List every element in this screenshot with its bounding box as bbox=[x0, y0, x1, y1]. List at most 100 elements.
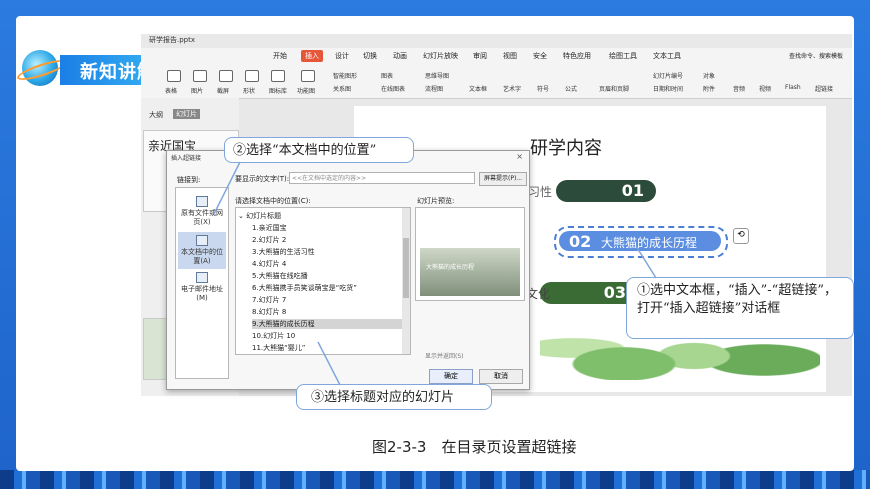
ribbon-flowchart[interactable]: 流程图 bbox=[425, 84, 443, 93]
ribbon-flash[interactable]: Flash bbox=[785, 84, 801, 91]
ribbon-attachment[interactable]: 附件 bbox=[703, 84, 715, 93]
menu-drawing-tools[interactable]: 绘图工具 bbox=[609, 51, 637, 61]
toc-item-01[interactable]: 习性 01 bbox=[528, 180, 656, 202]
figure-caption: 图2-3-3 在目录页设置超链接 bbox=[372, 438, 577, 456]
preview-label: 幻灯片预览: bbox=[417, 197, 455, 205]
toc-item-label: 习性 bbox=[528, 185, 553, 199]
tree-item[interactable]: 1.亲近国宝 bbox=[252, 223, 287, 233]
preview-caption: 大熊猫的成长历程 bbox=[426, 264, 475, 271]
shape-icon bbox=[245, 70, 259, 82]
menu-design[interactable]: 设计 bbox=[335, 51, 349, 61]
callout-step3: ③选择标题对应的幻灯片 bbox=[296, 384, 492, 410]
ribbon-video[interactable]: 视频 bbox=[759, 84, 771, 93]
tree-item[interactable]: 10.幻灯片 10 bbox=[252, 331, 295, 341]
menu-review[interactable]: 审阅 bbox=[473, 51, 487, 61]
menu-animation[interactable]: 动画 bbox=[393, 51, 407, 61]
ribbon-object[interactable]: 对象 bbox=[703, 71, 715, 80]
ribbon-textbox[interactable]: 文本框 bbox=[469, 84, 487, 93]
ribbon-table[interactable]: 表格 bbox=[165, 86, 177, 95]
function-chart-icon bbox=[301, 70, 315, 82]
ribbon: 研学报告.pptx 开始 插入 设计 切换 动画 幻灯片放映 审阅 视图 安全 … bbox=[141, 34, 852, 99]
tree-item[interactable]: 2.幻灯片 2 bbox=[252, 235, 286, 245]
textbox-fill: 02 大熊猫的成长历程 bbox=[559, 231, 721, 251]
toc-item-02-selected[interactable]: 02 大熊猫的成长历程 bbox=[554, 226, 728, 258]
file-tab[interactable]: 研学报告.pptx bbox=[149, 35, 195, 45]
display-text-label: 要显示的文字(T): bbox=[235, 175, 290, 183]
toc-item-number: 01 bbox=[621, 181, 644, 200]
tree-root[interactable]: ⌄ 幻灯片标题 bbox=[238, 211, 281, 221]
tree-item[interactable]: 11.大熊猫“婴儿” bbox=[252, 343, 305, 353]
link-email[interactable]: 电子邮件地址(M) bbox=[178, 272, 226, 303]
location-tree-label: 请选择文档中的位置(C): bbox=[235, 197, 311, 205]
menu-transition[interactable]: 切换 bbox=[363, 51, 377, 61]
tree-item[interactable]: 4.幻灯片 4 bbox=[252, 259, 286, 269]
link-target-label: 电子邮件地址(M) bbox=[181, 285, 223, 302]
ribbon-mindmap[interactable]: 思维导图 bbox=[425, 71, 449, 80]
link-target-bar: 原有文件或网页(X) 本文档中的位置(A) 电子邮件地址(M) bbox=[175, 187, 229, 379]
ribbon-wordart[interactable]: 艺术字 bbox=[503, 84, 521, 93]
ribbon-hyperlink[interactable]: 超链接 bbox=[815, 84, 833, 93]
ribbon-audio[interactable]: 音频 bbox=[733, 84, 745, 93]
ribbon-symbol[interactable]: 符号 bbox=[537, 84, 549, 93]
link-existing-file[interactable]: 原有文件或网页(X) bbox=[178, 196, 226, 227]
slide-preview: 大熊猫的成长历程 bbox=[415, 207, 525, 301]
tab-slides[interactable]: 幻灯片 bbox=[173, 109, 200, 119]
ribbon-screenshot[interactable]: 截屏 bbox=[217, 86, 229, 95]
ok-button[interactable]: 确定 bbox=[429, 369, 473, 384]
ribbon-function-chart[interactable]: 功能图 bbox=[297, 86, 315, 95]
table-icon bbox=[167, 70, 181, 82]
menu-insert[interactable]: 插入 bbox=[301, 50, 323, 62]
menu-text-tools[interactable]: 文本工具 bbox=[653, 51, 681, 61]
link-to-label: 链接到: bbox=[177, 176, 201, 184]
show-return-checkbox[interactable]: 显示并返回(S) bbox=[425, 351, 464, 360]
ribbon-online-chart[interactable]: 在线图表 bbox=[381, 84, 405, 93]
ribbon-chart[interactable]: 图表 bbox=[381, 71, 393, 80]
ribbon-icon-library[interactable]: 图标库 bbox=[269, 86, 287, 95]
document-icon bbox=[196, 235, 208, 246]
menu-view[interactable]: 视图 bbox=[503, 51, 517, 61]
plus-icon[interactable]: ⟲ bbox=[733, 228, 749, 244]
ribbon-shape[interactable]: 形状 bbox=[243, 86, 255, 95]
file-tabbar: 研学报告.pptx bbox=[141, 34, 852, 48]
ribbon-date-time[interactable]: 日期和时间 bbox=[653, 84, 683, 93]
close-icon[interactable]: × bbox=[516, 152, 523, 161]
ribbon-formula[interactable]: 公式 bbox=[565, 84, 577, 93]
tab-outline[interactable]: 大纲 bbox=[149, 110, 163, 120]
ribbon-slide-number[interactable]: 幻灯片编号 bbox=[653, 71, 683, 80]
search-command[interactable]: 查找命令、搜索模板 bbox=[789, 51, 843, 60]
preview-image bbox=[420, 248, 520, 296]
tree-item[interactable]: 3.大熊猫的生活习性 bbox=[252, 247, 315, 257]
icon-library-icon bbox=[271, 70, 285, 82]
link-this-document[interactable]: 本文档中的位置(A) bbox=[178, 232, 226, 269]
ribbon-header-footer[interactable]: 页眉和页脚 bbox=[599, 84, 629, 93]
ribbon-picture[interactable]: 图片 bbox=[191, 86, 203, 95]
menu-security[interactable]: 安全 bbox=[533, 51, 547, 61]
screenshot-icon bbox=[219, 70, 233, 82]
menu-features[interactable]: 特色应用 bbox=[563, 51, 591, 61]
tree-item[interactable]: 6.大熊猫携手员笑谈萌宝是“吃货” bbox=[252, 283, 357, 293]
chevron-down-icon: ⌄ bbox=[238, 212, 247, 220]
globe-file-icon bbox=[196, 196, 208, 207]
cancel-button[interactable]: 取消 bbox=[479, 369, 523, 384]
tree-item[interactable]: 5.大熊猫在线吃播 bbox=[252, 271, 308, 281]
tree-item[interactable]: 7.幻灯片 7 bbox=[252, 295, 286, 305]
tree-scrollbar[interactable] bbox=[402, 208, 410, 354]
menu-home[interactable]: 开始 bbox=[273, 51, 287, 61]
link-target-label: 本文档中的位置(A) bbox=[181, 248, 223, 265]
bottom-decoration bbox=[0, 470, 870, 489]
tree-item[interactable]: 8.幻灯片 8 bbox=[252, 307, 286, 317]
slide-heading: 研学内容 bbox=[530, 138, 602, 159]
scrollbar-thumb[interactable] bbox=[403, 238, 409, 298]
menu-slideshow[interactable]: 幻灯片放映 bbox=[423, 51, 458, 61]
ribbon-relation[interactable]: 关系图 bbox=[333, 84, 351, 93]
toc-item-label: 大熊猫的成长历程 bbox=[601, 236, 698, 250]
insert-hyperlink-dialog: 插入超链接 × 链接到: 原有文件或网页(X) 本文档中的位置(A) 电子邮件地… bbox=[166, 150, 530, 390]
display-text-input[interactable]: <<在文档中选定的内容>> bbox=[289, 172, 475, 184]
picture-icon bbox=[193, 70, 207, 82]
link-target-label: 原有文件或网页(X) bbox=[181, 209, 223, 226]
toc-item-number: 02 bbox=[569, 232, 592, 251]
ribbon-smartart[interactable]: 智能图形 bbox=[333, 71, 357, 80]
tree-item-selected[interactable]: 9.大熊猫的成长历程 bbox=[252, 319, 402, 329]
screen-tip-button[interactable]: 屏幕提示(P)... bbox=[479, 172, 527, 186]
location-tree[interactable]: ⌄ 幻灯片标题 1.亲近国宝 2.幻灯片 2 3.大熊猫的生活习性 4.幻灯片 … bbox=[235, 207, 411, 355]
